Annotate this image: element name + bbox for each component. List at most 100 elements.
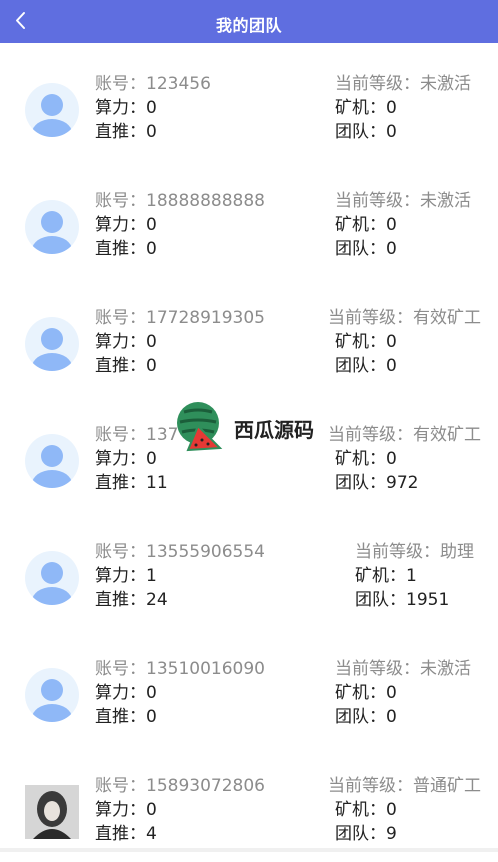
account-value: 123456 [146, 74, 211, 94]
direct-line: 直推：0 [95, 356, 157, 376]
default-avatar-icon [25, 83, 79, 137]
miner-line: 矿机：0 [335, 800, 397, 820]
direct-value: 0 [146, 239, 157, 259]
list-item: 账号：123456 算力：0 直推：0 当前等级：未激活 矿机：0 团队：0 [0, 43, 498, 160]
level-line: 当前等级：普通矿工 [328, 776, 481, 796]
level-value: 未激活 [420, 191, 471, 211]
account-line: 账号：13510016090 [95, 659, 265, 679]
power-value: 0 [146, 98, 157, 118]
power-value: 0 [146, 215, 157, 235]
miner-value: 1 [406, 566, 417, 586]
level-line: 当前等级：未激活 [335, 659, 471, 679]
level-line: 当前等级：未激活 [335, 191, 471, 211]
level-line: 当前等级：有效矿工 [328, 308, 481, 328]
team-line: 团队：0 [335, 122, 397, 142]
account-value: 15893072806 [146, 776, 265, 796]
direct-value: 24 [146, 590, 168, 610]
account-line: 账号：18888888888 [95, 191, 265, 211]
team-line: 团队：1951 [355, 590, 450, 610]
team-value: 0 [386, 239, 397, 259]
direct-line: 直推：11 [95, 473, 168, 493]
miner-line: 矿机：0 [335, 98, 397, 118]
miner-value: 0 [386, 449, 397, 469]
default-avatar-icon [25, 200, 79, 254]
team-line: 团队：0 [335, 707, 397, 727]
team-member-list: 账号：123456 算力：0 直推：0 当前等级：未激活 矿机：0 团队：0 账… [0, 43, 498, 862]
direct-line: 直推：0 [95, 707, 157, 727]
power-value: 0 [146, 449, 157, 469]
power-value: 0 [146, 332, 157, 352]
account-value: 13510016090 [146, 659, 265, 679]
power-line: 算力：0 [95, 215, 157, 235]
account-line: 账号：13555906554 [95, 542, 265, 562]
page-title: 我的团队 [215, 16, 282, 35]
divider [0, 848, 498, 852]
power-value: 1 [146, 566, 157, 586]
team-value: 0 [386, 356, 397, 376]
default-avatar-icon [25, 317, 79, 371]
miner-line: 矿机：0 [335, 215, 397, 235]
miner-line: 矿机：0 [335, 683, 397, 703]
direct-value: 11 [146, 473, 168, 493]
direct-line: 直推：0 [95, 239, 157, 259]
power-value: 0 [146, 683, 157, 703]
miner-value: 0 [386, 215, 397, 235]
power-value: 0 [146, 800, 157, 820]
miner-value: 0 [386, 332, 397, 352]
list-item: 账号：13510016090 算力：0 直推：0 当前等级：未激活 矿机：0 团… [0, 628, 498, 745]
account-value: 137 [146, 425, 179, 445]
team-value: 972 [386, 473, 419, 493]
account-value: 18888888888 [146, 191, 265, 211]
miner-value: 0 [386, 98, 397, 118]
power-line: 算力：0 [95, 449, 157, 469]
direct-value: 0 [146, 356, 157, 376]
photo-avatar [25, 785, 79, 839]
level-value: 助理 [440, 542, 474, 562]
account-line: 账号：123456 [95, 74, 211, 94]
team-value: 0 [386, 122, 397, 142]
direct-line: 直推：4 [95, 824, 157, 844]
list-item: 账号：13555906554 算力：1 直推：24 当前等级：助理 矿机：1 团… [0, 511, 498, 628]
team-value: 9 [386, 824, 397, 844]
default-avatar-icon [25, 434, 79, 488]
team-value: 1951 [406, 590, 450, 610]
power-line: 算力：0 [95, 800, 157, 820]
level-value: 有效矿工 [413, 308, 481, 328]
miner-line: 矿机：1 [355, 566, 417, 586]
direct-value: 0 [146, 122, 157, 142]
list-item: 账号：18888888888 算力：0 直推：0 当前等级：未激活 矿机：0 团… [0, 160, 498, 277]
app-header: 我的团队 [0, 0, 498, 43]
team-line: 团队：9 [335, 824, 397, 844]
account-value: 17728919305 [146, 308, 265, 328]
list-item: 账号：137 算力：0 直推：11 当前等级：有效矿工 矿机：0 团队：972 [0, 394, 498, 511]
miner-value: 0 [386, 683, 397, 703]
team-line: 团队：972 [335, 473, 419, 493]
team-line: 团队：0 [335, 356, 397, 376]
direct-line: 直推：0 [95, 122, 157, 142]
level-value: 未激活 [420, 74, 471, 94]
power-line: 算力：0 [95, 98, 157, 118]
direct-value: 4 [146, 824, 157, 844]
level-value: 未激活 [420, 659, 471, 679]
account-line: 账号：17728919305 [95, 308, 265, 328]
account-value: 13555906554 [146, 542, 265, 562]
direct-value: 0 [146, 707, 157, 727]
power-line: 算力：1 [95, 566, 157, 586]
power-line: 算力：0 [95, 683, 157, 703]
direct-line: 直推：24 [95, 590, 168, 610]
miner-line: 矿机：0 [335, 449, 397, 469]
level-line: 当前等级：有效矿工 [328, 425, 481, 445]
list-item: 账号：15893072806 算力：0 直推：4 当前等级：普通矿工 矿机：0 … [0, 745, 498, 862]
level-line: 当前等级：未激活 [335, 74, 471, 94]
level-value: 普通矿工 [413, 776, 481, 796]
level-value: 有效矿工 [413, 425, 481, 445]
default-avatar-icon [25, 668, 79, 722]
miner-line: 矿机：0 [335, 332, 397, 352]
default-avatar-icon [25, 551, 79, 605]
power-line: 算力：0 [95, 332, 157, 352]
list-item: 账号：17728919305 算力：0 直推：0 当前等级：有效矿工 矿机：0 … [0, 277, 498, 394]
account-line: 账号：137 [95, 425, 179, 445]
team-line: 团队：0 [335, 239, 397, 259]
team-value: 0 [386, 707, 397, 727]
miner-value: 0 [386, 800, 397, 820]
